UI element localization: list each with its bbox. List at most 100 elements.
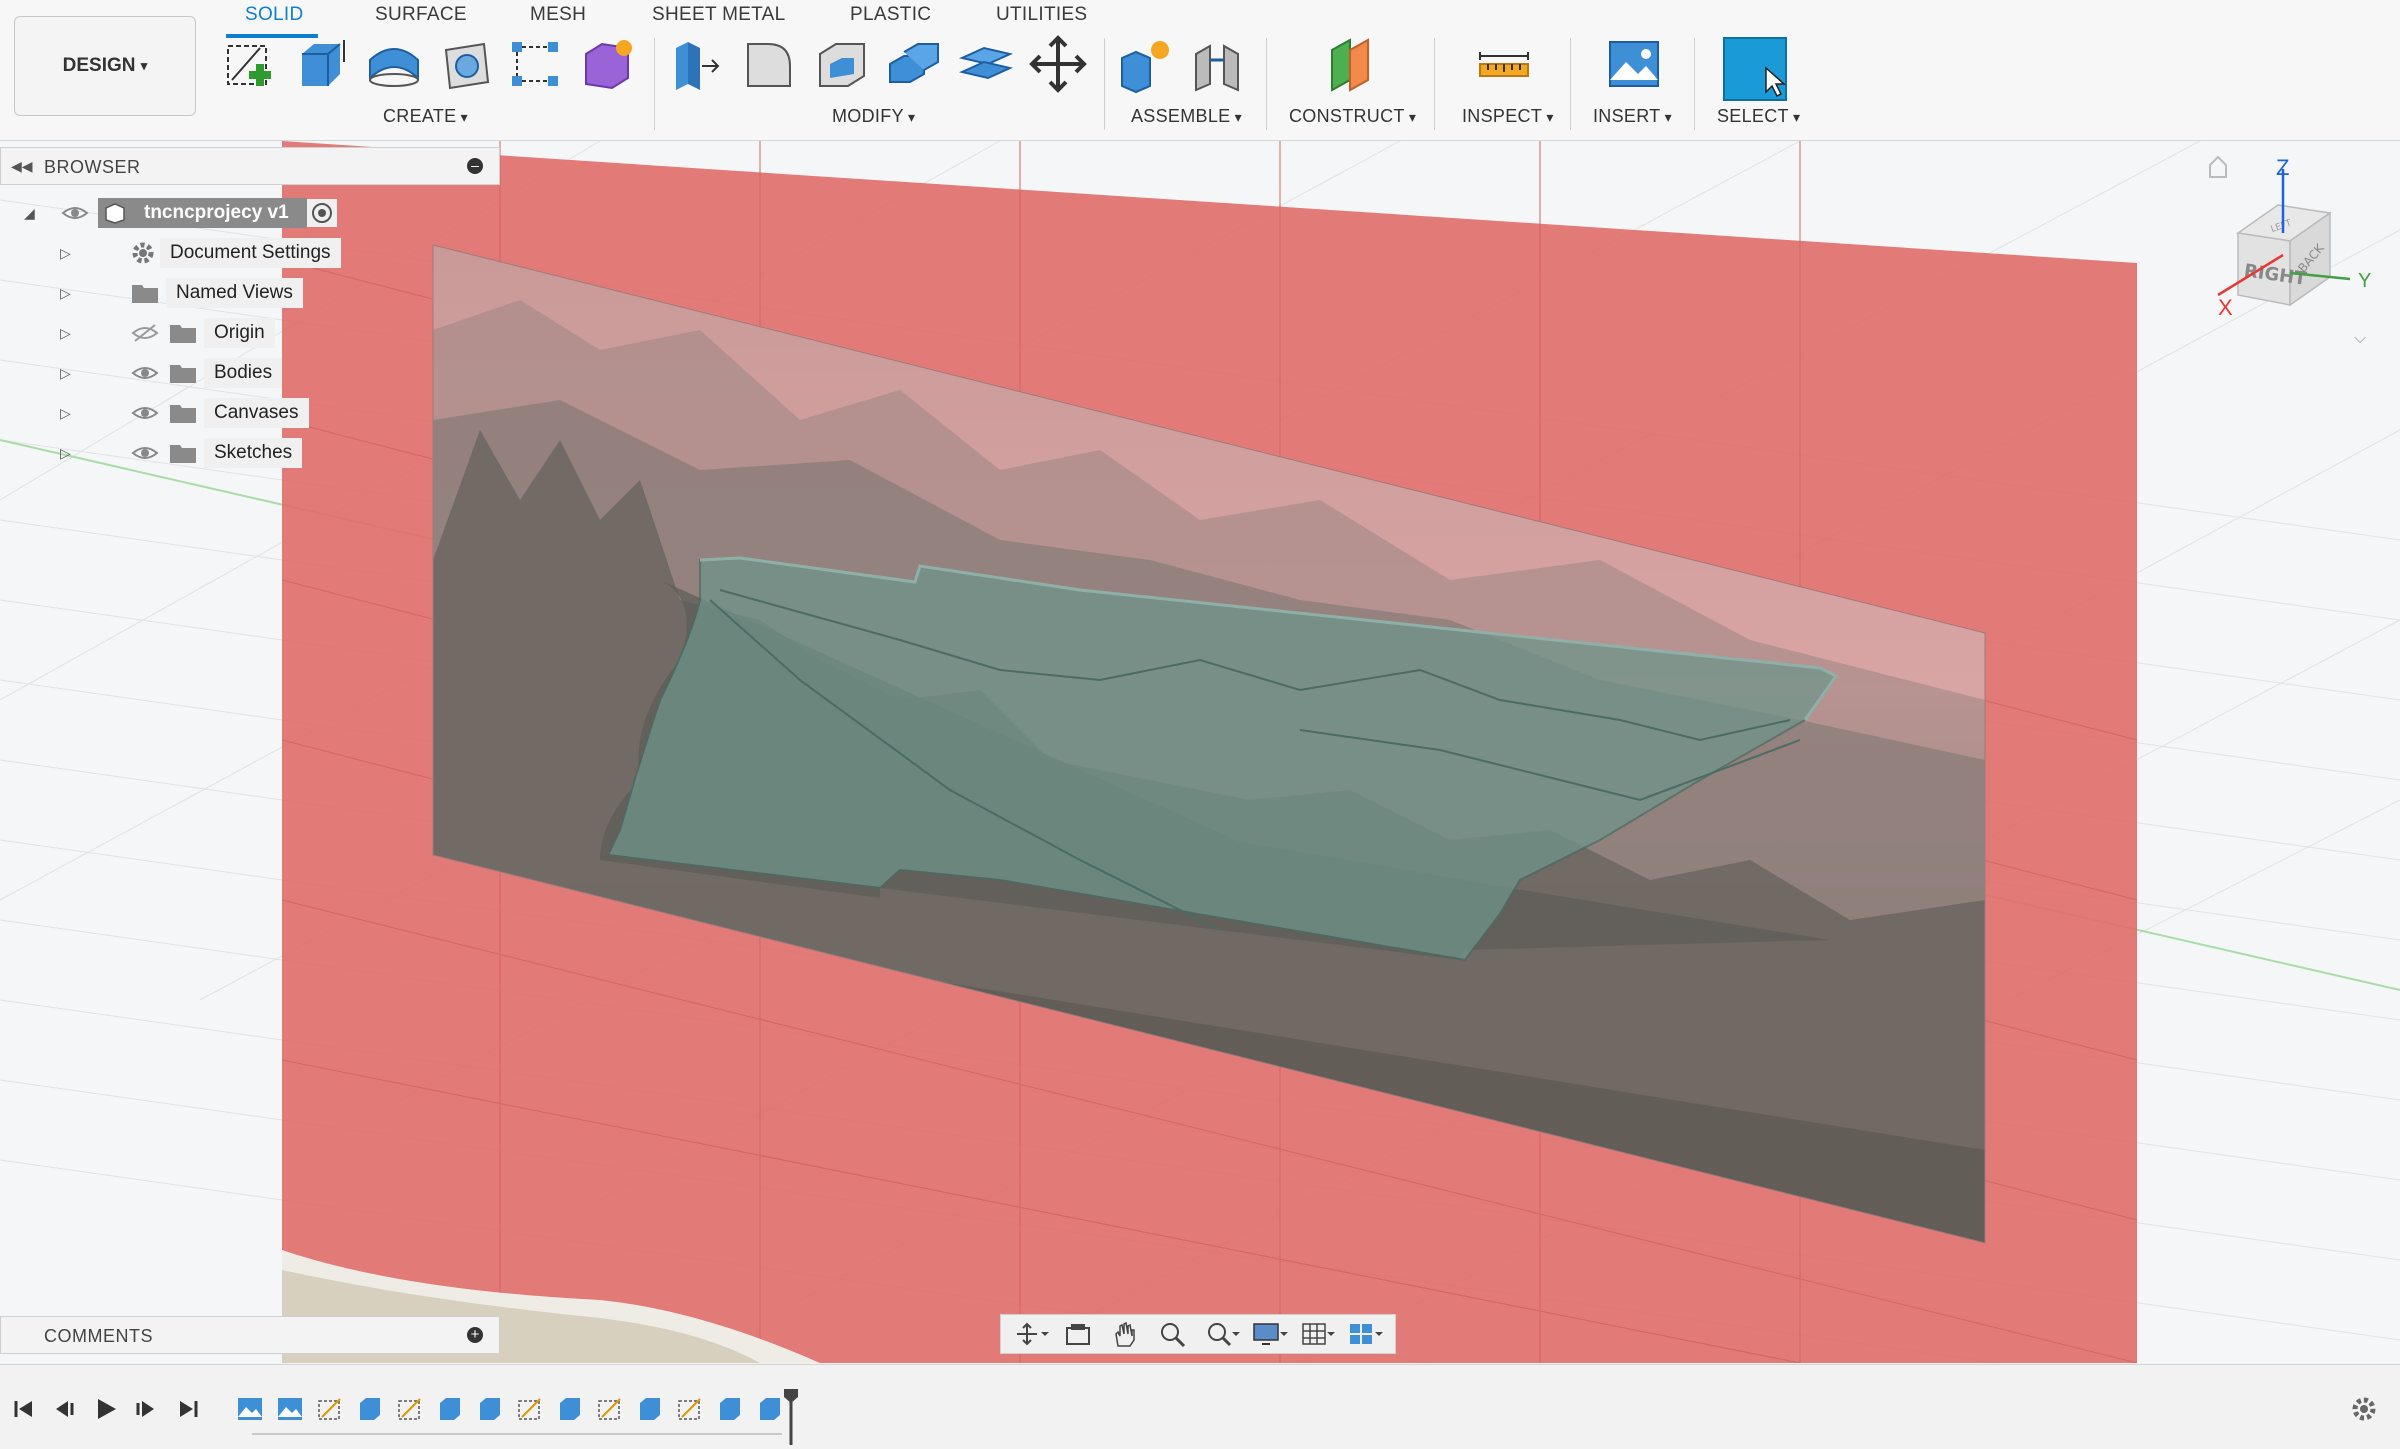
combine-icon[interactable]	[884, 34, 944, 94]
browser-item-label: Document Settings	[160, 238, 341, 268]
viewcube-menu-icon[interactable]: ⌵	[2354, 328, 2366, 347]
step-forward-icon[interactable]	[132, 1395, 160, 1423]
timeline	[0, 1364, 2400, 1449]
timeline-canvas-icon[interactable]	[276, 1395, 304, 1423]
go-to-start-icon[interactable]	[10, 1395, 38, 1423]
create-form-icon[interactable]	[578, 34, 638, 94]
pan-hand-icon[interactable]	[1108, 1320, 1144, 1348]
new-component-icon[interactable]	[1116, 34, 1176, 94]
timeline-extrude-icon[interactable]	[476, 1395, 504, 1423]
offset-face-icon[interactable]	[956, 34, 1016, 94]
insert-menu[interactable]: INSERT	[1593, 106, 1672, 127]
tree-collapsed-icon[interactable]: ▷	[24, 365, 130, 382]
select-icon[interactable]	[1722, 36, 1788, 102]
shell-icon[interactable]	[812, 34, 872, 94]
activate-component-button[interactable]	[307, 199, 337, 227]
timeline-track	[252, 1433, 782, 1435]
visibility-hidden-icon[interactable]	[130, 323, 160, 343]
tab-plastic[interactable]: PLASTIC	[850, 4, 931, 26]
create-menu[interactable]: CREATE	[383, 106, 468, 127]
timeline-marker[interactable]	[782, 1387, 800, 1445]
timeline-settings-gear-icon[interactable]	[2350, 1395, 2378, 1423]
comments-panel: COMMENTS +	[0, 1316, 500, 1354]
timeline-extrude-icon[interactable]	[436, 1395, 464, 1423]
root-component-label: tncncprojecy v1	[144, 202, 289, 224]
tab-mesh[interactable]: MESH	[530, 4, 586, 26]
browser-item-label: Canvases	[204, 398, 309, 428]
hole-icon[interactable]	[436, 34, 496, 94]
look-at-icon[interactable]	[1061, 1320, 1097, 1348]
browser-item-sketches[interactable]: ▷ Sketches	[24, 436, 504, 470]
browser-item-canvases[interactable]: ▷ Canvases	[24, 396, 504, 430]
tab-surface[interactable]: SURFACE	[375, 4, 467, 26]
measure-icon[interactable]	[1474, 34, 1534, 94]
zoom-icon[interactable]	[1156, 1320, 1192, 1348]
grid-settings-icon[interactable]	[1299, 1320, 1335, 1348]
extrude-icon[interactable]	[292, 34, 352, 94]
assemble-menu[interactable]: ASSEMBLE	[1131, 106, 1242, 127]
orbit-icon[interactable]	[1013, 1320, 1049, 1348]
browser-item-bodies[interactable]: ▷ Bodies	[24, 356, 504, 390]
select-menu[interactable]: SELECT	[1717, 106, 1800, 127]
axis-z-label: Z	[2276, 155, 2289, 180]
tree-collapsed-icon[interactable]: ▷	[24, 325, 130, 342]
fillet-icon[interactable]	[740, 34, 800, 94]
create-sketch-icon[interactable]	[222, 34, 282, 94]
visibility-eye-icon[interactable]	[60, 203, 90, 223]
timeline-sketch-icon[interactable]	[596, 1395, 624, 1423]
browser-tree: ◢ tncncprojecy v1 ▷ Document Settings ▷ …	[24, 196, 504, 470]
press-pull-icon[interactable]	[666, 34, 726, 94]
tab-sheet-metal[interactable]: SHEET METAL	[652, 4, 786, 26]
construct-menu[interactable]: CONSTRUCT	[1289, 106, 1416, 127]
revolve-icon[interactable]	[364, 34, 424, 94]
browser-title: BROWSER	[44, 157, 141, 178]
visibility-eye-icon[interactable]	[130, 363, 160, 383]
timeline-extrude-icon[interactable]	[716, 1395, 744, 1423]
browser-item-named-views[interactable]: ▷ Named Views	[24, 276, 504, 310]
pattern-icon[interactable]	[506, 34, 566, 94]
timeline-sketch-icon[interactable]	[396, 1395, 424, 1423]
timeline-canvas-icon[interactable]	[236, 1395, 264, 1423]
navigation-bar	[1000, 1314, 1396, 1354]
tree-collapsed-icon[interactable]: ▷	[24, 445, 130, 462]
visibility-eye-icon[interactable]	[130, 403, 160, 423]
go-to-end-icon[interactable]	[174, 1395, 202, 1423]
timeline-extrude-icon[interactable]	[556, 1395, 584, 1423]
browser-root-row[interactable]: ◢ tncncprojecy v1	[24, 196, 504, 230]
insert-canvas-icon[interactable]	[1604, 34, 1664, 94]
tree-collapsed-icon[interactable]: ▷	[24, 245, 130, 262]
add-comment-button[interactable]: +	[467, 1327, 483, 1343]
step-back-icon[interactable]	[50, 1395, 78, 1423]
timeline-extrude-icon[interactable]	[756, 1395, 784, 1423]
visibility-eye-icon[interactable]	[130, 443, 160, 463]
collapse-panel-icon[interactable]: ◀◀	[11, 158, 33, 175]
root-component-badge[interactable]: tncncprojecy v1	[98, 198, 307, 228]
view-cube[interactable]: RIGHT BACK LEFT Z X Y ⌵	[2190, 155, 2400, 355]
offset-plane-icon[interactable]	[1322, 34, 1382, 94]
tree-collapsed-icon[interactable]: ▷	[24, 285, 130, 302]
browser-minimize-button[interactable]: –	[467, 158, 483, 174]
toolbar: DESIGN ▾ SOLID SURFACE MESH SHEET METAL …	[0, 0, 2400, 141]
timeline-sketch-icon[interactable]	[316, 1395, 344, 1423]
timeline-extrude-icon[interactable]	[356, 1395, 384, 1423]
modify-menu[interactable]: MODIFY	[832, 106, 915, 127]
tab-utilities[interactable]: UTILITIES	[996, 4, 1087, 26]
viewports-icon[interactable]	[1347, 1320, 1383, 1348]
joint-icon[interactable]	[1188, 34, 1248, 94]
tree-expanded-icon[interactable]: ◢	[24, 205, 60, 222]
workspace-switcher[interactable]: DESIGN ▾	[14, 16, 196, 116]
tree-collapsed-icon[interactable]: ▷	[24, 405, 130, 422]
folder-icon	[130, 281, 160, 305]
move-copy-icon[interactable]	[1028, 34, 1088, 94]
timeline-sketch-icon[interactable]	[516, 1395, 544, 1423]
inspect-menu[interactable]: INSPECT	[1462, 106, 1554, 127]
zoom-window-icon[interactable]	[1204, 1320, 1240, 1348]
home-icon[interactable]	[2210, 157, 2226, 177]
tab-solid[interactable]: SOLID	[245, 4, 304, 26]
timeline-sketch-icon[interactable]	[676, 1395, 704, 1423]
browser-item-document-settings[interactable]: ▷ Document Settings	[24, 236, 504, 270]
browser-item-origin[interactable]: ▷ Origin	[24, 316, 504, 350]
timeline-extrude-icon[interactable]	[636, 1395, 664, 1423]
play-icon[interactable]	[92, 1395, 120, 1423]
display-settings-icon[interactable]	[1252, 1320, 1288, 1348]
